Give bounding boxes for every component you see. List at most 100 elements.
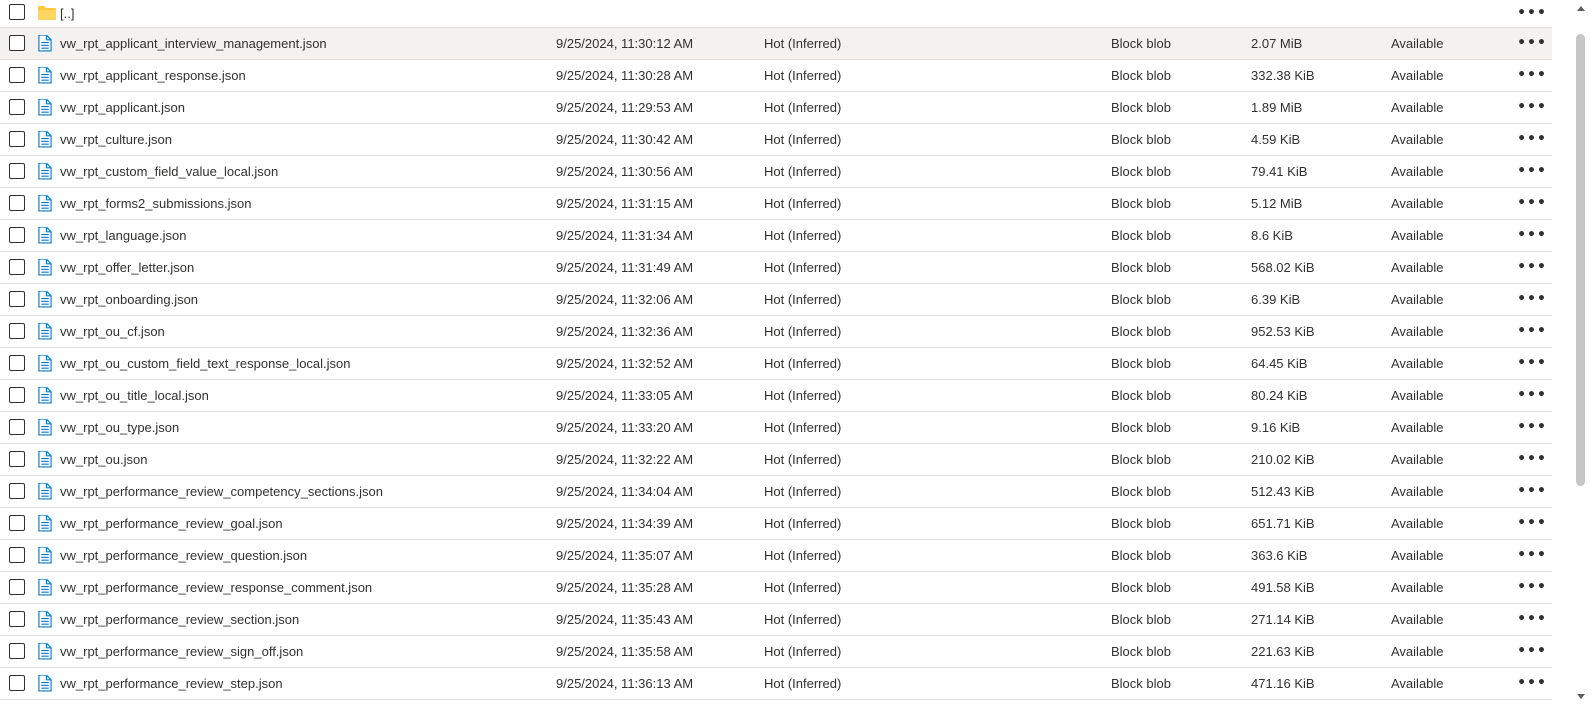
more-options-button[interactable]: ••• [1517, 156, 1547, 187]
more-options-button[interactable]: ••• [1517, 444, 1547, 475]
blob-name-link[interactable]: vw_rpt_performance_review_competency_sec… [60, 476, 530, 507]
blob-name-link[interactable]: vw_rpt_ou_title_local.json [60, 380, 530, 411]
more-options-button[interactable]: ••• [1517, 220, 1547, 251]
row-checkbox[interactable] [9, 547, 25, 563]
table-row[interactable]: vw_rpt_ou_title_local.json 9/25/2024, 11:… [0, 380, 1552, 412]
more-options-button[interactable]: ••• [1517, 284, 1547, 315]
table-row[interactable]: vw_rpt_ou_cf.json 9/25/2024, 11:32:36 AM H… [0, 316, 1552, 348]
more-options-button[interactable]: ••• [1517, 476, 1547, 507]
row-checkbox[interactable] [9, 515, 25, 531]
row-checkbox[interactable] [9, 195, 25, 211]
blob-name-link[interactable]: vw_rpt_performance_review_sign_off.json [60, 636, 530, 667]
size-cell: 512.43 KiB [1251, 484, 1315, 499]
blob-type-cell: Block blob [1111, 356, 1171, 371]
table-row[interactable]: vw_rpt_ou_custom_field_text_response_loc… [0, 348, 1552, 380]
table-row[interactable]: vw_rpt_applicant.json 9/25/2024, 11:29:53… [0, 92, 1552, 124]
table-row[interactable]: vw_rpt_ou.json 9/25/2024, 11:32:22 AM Hot … [0, 444, 1552, 476]
blob-name-link[interactable]: vw_rpt_language.json [60, 220, 530, 251]
more-options-button[interactable]: ••• [1517, 316, 1547, 347]
last-modified-cell: 9/25/2024, 11:32:06 AM [556, 292, 694, 307]
table-row[interactable]: vw_rpt_performance_review_step.json 9/25/… [0, 668, 1552, 700]
more-options-button[interactable]: ••• [1517, 0, 1547, 27]
table-row[interactable]: vw_rpt_forms2_submissions.json 9/25/2024,… [0, 188, 1552, 220]
row-checkbox[interactable] [9, 323, 25, 339]
row-checkbox[interactable] [9, 291, 25, 307]
row-checkbox[interactable] [9, 643, 25, 659]
blob-name-link[interactable]: vw_rpt_applicant_interview_management.js… [60, 28, 530, 59]
folder-name[interactable]: [..] [60, 0, 530, 27]
blob-name-link[interactable]: vw_rpt_custom_field_value_local.json [60, 156, 530, 187]
row-checkbox[interactable] [9, 227, 25, 243]
row-checkbox[interactable] [9, 387, 25, 403]
parent-folder-row[interactable]: [..] ••• [0, 0, 1552, 28]
table-row[interactable]: vw_rpt_ou_type.json 9/25/2024, 11:33:20 A… [0, 412, 1552, 444]
row-checkbox[interactable] [9, 67, 25, 83]
more-options-button[interactable]: ••• [1517, 348, 1547, 379]
row-checkbox[interactable] [9, 483, 25, 499]
row-checkbox[interactable] [9, 611, 25, 627]
blob-name-link[interactable]: vw_rpt_performance_review_goal.json [60, 508, 530, 539]
row-checkbox[interactable] [9, 99, 25, 115]
table-row[interactable]: vw_rpt_performance_review_section.json 9/… [0, 604, 1552, 636]
blob-name-link[interactable]: vw_rpt_performance_review_section.json [60, 604, 530, 635]
blob-name-link[interactable]: vw_rpt_performance_review_question.json [60, 540, 530, 571]
table-row[interactable]: vw_rpt_performance_review_question.json 9… [0, 540, 1552, 572]
access-tier-cell: Hot (Inferred) [764, 676, 842, 691]
table-row[interactable]: vw_rpt_culture.json 9/25/2024, 11:30:42 A… [0, 124, 1552, 156]
lease-state-cell: Available [1391, 388, 1444, 403]
more-options-button[interactable]: ••• [1517, 92, 1547, 123]
more-options-button[interactable]: ••• [1517, 636, 1547, 667]
row-checkbox[interactable] [9, 163, 25, 179]
blob-type-cell: Block blob [1111, 580, 1171, 595]
blob-name-link[interactable]: vw_rpt_ou_type.json [60, 412, 530, 443]
table-row[interactable]: vw_rpt_offer_letter.json 9/25/2024, 11:31… [0, 252, 1552, 284]
blob-name-link[interactable]: vw_rpt_forms2_submissions.json [60, 188, 530, 219]
table-row[interactable]: vw_rpt_applicant_response.json 9/25/2024,… [0, 60, 1552, 92]
row-checkbox[interactable] [9, 355, 25, 371]
table-row[interactable]: vw_rpt_onboarding.json 9/25/2024, 11:32:0… [0, 284, 1552, 316]
more-options-button[interactable]: ••• [1517, 572, 1547, 603]
row-checkbox[interactable] [9, 675, 25, 691]
vertical-scrollbar[interactable] [1571, 0, 1592, 704]
table-row[interactable]: vw_rpt_performance_review_sign_off.json 9… [0, 636, 1552, 668]
more-options-button[interactable]: ••• [1517, 60, 1547, 91]
table-row[interactable]: vw_rpt_language.json 9/25/2024, 11:31:34 … [0, 220, 1552, 252]
table-row[interactable]: vw_rpt_performance_review_competency_sec… [0, 476, 1552, 508]
row-checkbox[interactable] [9, 419, 25, 435]
row-checkbox[interactable] [9, 451, 25, 467]
more-options-button[interactable]: ••• [1517, 540, 1547, 571]
row-checkbox[interactable] [9, 35, 25, 51]
blob-name-link[interactable]: vw_rpt_performance_review_response_comme… [60, 572, 530, 603]
more-options-button[interactable]: ••• [1517, 124, 1547, 155]
blob-name-link[interactable]: vw_rpt_onboarding.json [60, 284, 530, 315]
scroll-down-arrow-icon[interactable] [1577, 694, 1585, 699]
blob-name-link[interactable]: vw_rpt_performance_review_step.json [60, 668, 530, 699]
more-options-button[interactable]: ••• [1517, 508, 1547, 539]
table-row[interactable]: vw_rpt_performance_review_goal.json 9/25/… [0, 508, 1552, 540]
blob-name-link[interactable]: vw_rpt_ou_custom_field_text_response_loc… [60, 348, 530, 379]
last-modified-cell: 9/25/2024, 11:33:05 AM [556, 388, 694, 403]
blob-name-link[interactable]: vw_rpt_offer_letter.json [60, 252, 530, 283]
blob-name-link[interactable]: vw_rpt_applicant.json [60, 92, 530, 123]
scrollbar-thumb[interactable] [1576, 34, 1585, 486]
row-checkbox[interactable] [9, 131, 25, 147]
scroll-up-arrow-icon[interactable] [1577, 6, 1585, 11]
row-checkbox[interactable] [9, 4, 25, 20]
table-row[interactable]: vw_rpt_custom_field_value_local.json 9/25… [0, 156, 1552, 188]
more-options-button[interactable]: ••• [1517, 188, 1547, 219]
blob-name-link[interactable]: vw_rpt_ou_cf.json [60, 316, 530, 347]
more-options-button[interactable]: ••• [1517, 28, 1547, 59]
more-options-button[interactable]: ••• [1517, 380, 1547, 411]
more-options-button[interactable]: ••• [1517, 412, 1547, 443]
table-row[interactable]: vw_rpt_applicant_interview_management.js… [0, 28, 1552, 60]
more-options-button[interactable]: ••• [1517, 604, 1547, 635]
blob-name-link[interactable]: vw_rpt_ou.json [60, 444, 530, 475]
blob-name-link[interactable]: vw_rpt_applicant_response.json [60, 60, 530, 91]
row-checkbox[interactable] [9, 579, 25, 595]
table-row[interactable]: vw_rpt_performance_review_response_comme… [0, 572, 1552, 604]
blob-name-link[interactable]: vw_rpt_culture.json [60, 124, 530, 155]
size-cell: 80.24 KiB [1251, 388, 1308, 403]
row-checkbox[interactable] [9, 259, 25, 275]
more-options-button[interactable]: ••• [1517, 252, 1547, 283]
more-options-button[interactable]: ••• [1517, 668, 1547, 699]
